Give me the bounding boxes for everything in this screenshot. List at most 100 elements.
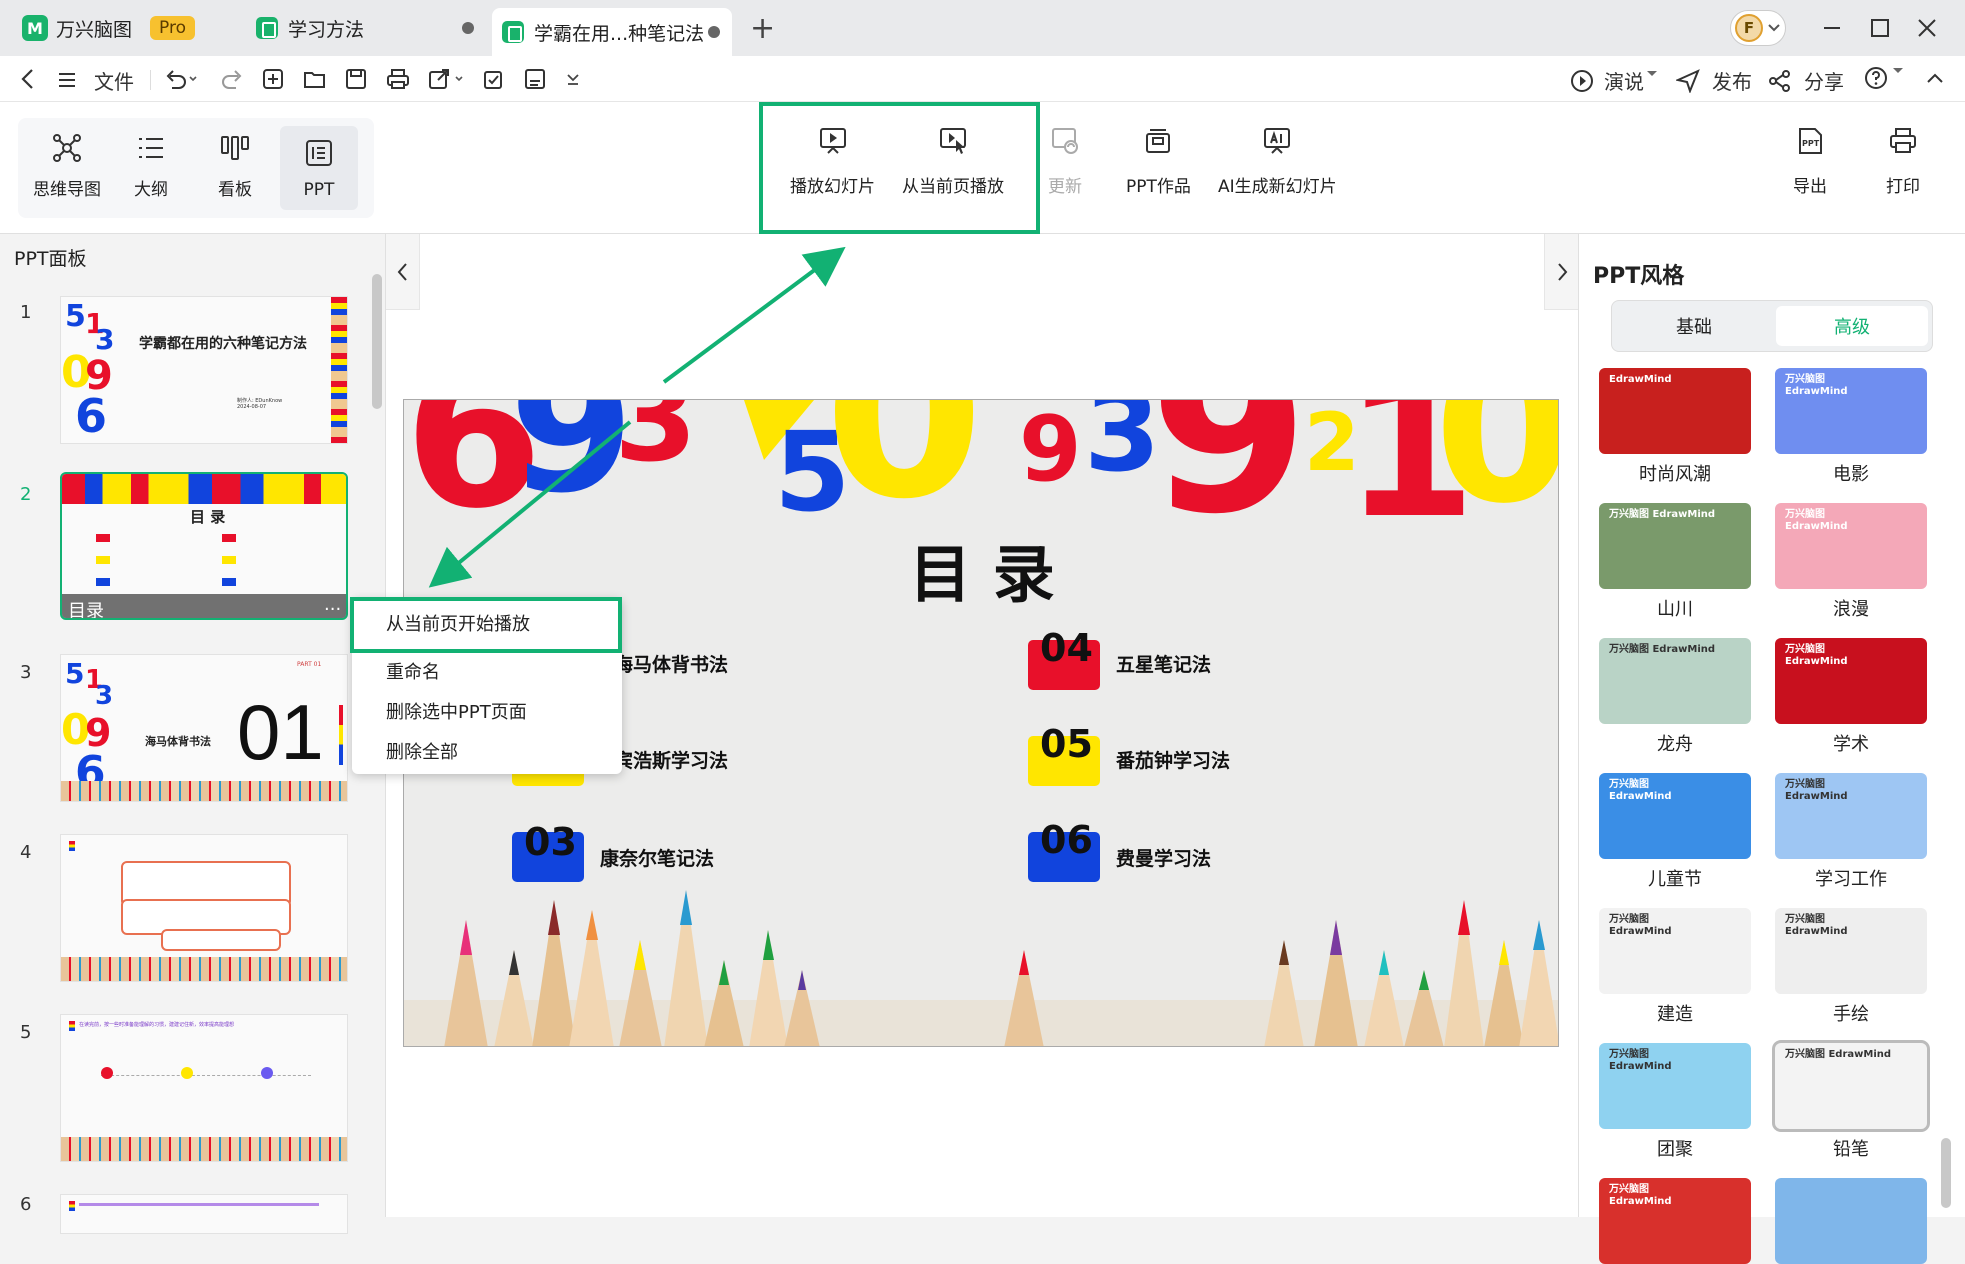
menu-item-delete-selected[interactable]: 删除选中PPT页面 (386, 698, 527, 724)
slide-number: 4 (20, 842, 32, 863)
printer-icon (1890, 128, 1916, 153)
style-card[interactable]: 万兴脑图 EdrawMind (1599, 1043, 1751, 1129)
toc-item-number: 05 (1040, 722, 1093, 766)
open-folder-icon[interactable] (303, 68, 327, 90)
toc-item-number: 03 (524, 820, 577, 864)
slide-thumb-3[interactable]: 5 1 3 0 9 6 PART 01 海马体背书法 01 (60, 654, 348, 802)
share-button[interactable]: 分享 (1768, 66, 1844, 95)
style-scrollbar[interactable] (1941, 1138, 1951, 1208)
style-label: 浪漫 (1833, 599, 1869, 620)
slide-thumb-5[interactable]: 在读完前，按一些时准备能理解的习惯，建建记住新，效率提高能理想 (60, 1014, 348, 1162)
view-label: 看板 (218, 180, 252, 200)
app-tab[interactable]: M 万兴脑图 Pro (22, 6, 195, 50)
chevron-down-icon (1893, 68, 1903, 73)
unsaved-dot-icon[interactable] (462, 22, 474, 34)
check-export-icon[interactable] (483, 68, 505, 90)
menu-item-delete-all[interactable]: 删除全部 (386, 738, 458, 764)
print-button[interactable]: 打印 (1886, 126, 1920, 197)
view-switcher: 思维导图 大纲 看板 PPT (18, 118, 374, 218)
ai-generate-slides-button[interactable]: AI生成新幻灯片 (1218, 126, 1337, 197)
style-card[interactable]: 万兴脑图 EdrawMind (1599, 773, 1751, 859)
file-menu[interactable]: 文件 (56, 66, 134, 95)
close-icon[interactable] (1917, 18, 1937, 38)
style-label: 山川 (1657, 599, 1693, 620)
menu-item-rename[interactable]: 重命名 (386, 658, 440, 684)
style-card[interactable]: 万兴脑图 EdrawMind (1775, 773, 1927, 859)
style-card[interactable]: 万兴脑图 EdrawMind (1775, 908, 1927, 994)
ppt-works-button[interactable]: PPT作品 (1126, 126, 1191, 197)
slide-caption: 目录 (68, 601, 104, 620)
export-button[interactable]: PPT 导出 (1793, 126, 1827, 197)
redo-icon[interactable] (220, 68, 244, 90)
update-button[interactable]: 更新 (1048, 126, 1082, 197)
slide-thumb-1[interactable]: 5 1 3 0 9 6 学霸都在用的六种笔记方法 制作人: EDunKnow 2… (60, 296, 348, 444)
style-card[interactable]: 万兴脑图 EdrawMind (1772, 1040, 1930, 1132)
file-label: 文件 (94, 70, 134, 94)
style-card[interactable]: 万兴脑图 EdrawMind (1599, 1178, 1751, 1264)
view-kanban-button[interactable]: 看板 (196, 126, 274, 210)
save-as-icon[interactable] (524, 68, 548, 90)
style-brand-text: 万兴脑图 EdrawMind (1785, 779, 1848, 802)
style-card[interactable]: 万兴脑图 EdrawMind (1775, 368, 1927, 454)
ppt-works-icon (1146, 129, 1171, 153)
help-icon (1865, 67, 1887, 89)
view-ppt-button[interactable]: PPT (280, 126, 358, 210)
ppt-icon (306, 140, 332, 166)
style-card[interactable]: 万兴脑图 EdrawMind (1775, 503, 1927, 589)
tab-note-methods[interactable]: 学霸在用...种笔记法 (492, 8, 732, 56)
tab-advanced[interactable]: 高级 (1776, 306, 1928, 346)
style-card[interactable]: EdrawMind (1599, 368, 1751, 454)
print-icon[interactable] (386, 68, 410, 90)
minimize-icon[interactable] (1822, 18, 1842, 38)
style-card[interactable] (1775, 1178, 1927, 1264)
chevron-right-icon (1558, 263, 1568, 281)
collapse-left-panel-button[interactable] (386, 234, 420, 310)
chevron-down-icon (1768, 24, 1780, 32)
view-label: 思维导图 (33, 180, 101, 200)
style-card[interactable]: 万兴脑图 EdrawMind (1599, 908, 1751, 994)
more-options-icon[interactable]: ... (324, 594, 341, 615)
style-brand-text: 万兴脑图 EdrawMind (1785, 644, 1848, 667)
style-brand-text: 万兴脑图 EdrawMind (1609, 914, 1672, 937)
export-icon[interactable] (428, 68, 468, 90)
style-card[interactable]: 万兴脑图 EdrawMind (1599, 638, 1751, 724)
thumb-caption-bar: 目录 ... (62, 594, 346, 620)
number-art: 5 1 3 0 9 6 (61, 299, 115, 443)
collapse-right-panel-button[interactable] (1544, 234, 1578, 310)
view-mindmap-button[interactable]: 思维导图 (28, 126, 106, 210)
share-icon (1769, 69, 1790, 92)
back-icon[interactable] (20, 68, 36, 90)
pro-badge[interactable]: Pro (150, 16, 195, 40)
slide-thumb-4[interactable] (60, 834, 348, 982)
slide-thumb-6[interactable] (60, 1194, 348, 1234)
user-menu[interactable]: F (1730, 10, 1786, 46)
present-button[interactable]: 演说 (1570, 66, 1670, 95)
number-banner (62, 474, 346, 504)
slide-meta: 制作人: EDunKnow 2024-08-07 (237, 398, 283, 410)
more-tools-chevron-icon[interactable] (566, 70, 580, 88)
view-outline-button[interactable]: 大纲 (112, 126, 190, 210)
style-card[interactable]: 万兴脑图 EdrawMind (1599, 503, 1751, 589)
maximize-icon[interactable] (1870, 18, 1890, 38)
panel-scrollbar[interactable] (372, 274, 382, 409)
style-label: 建造 (1657, 1004, 1693, 1025)
highlight-box-menu (350, 597, 622, 653)
slide-thumb-2[interactable]: 目 录 目录 ... (60, 472, 348, 620)
new-tab-button[interactable]: + (750, 6, 775, 50)
tab-label: 学习方法 (288, 18, 365, 41)
collapse-ribbon-icon[interactable] (1926, 70, 1944, 86)
tab-study-methods[interactable]: 学习方法 (256, 6, 486, 50)
save-icon[interactable] (345, 68, 367, 90)
svg-text:0: 0 (1434, 400, 1559, 530)
help-button[interactable] (1864, 66, 1916, 90)
slide-number: 5 (20, 1022, 32, 1043)
style-card[interactable]: 万兴脑图 EdrawMind (1775, 638, 1927, 724)
style-label: 学术 (1833, 734, 1869, 755)
toc-item-number: 04 (1040, 626, 1093, 670)
new-file-icon[interactable] (262, 68, 284, 90)
publish-button[interactable]: 发布 (1676, 66, 1752, 95)
unsaved-dot-icon[interactable] (708, 26, 720, 38)
tab-basic[interactable]: 基础 (1618, 306, 1770, 346)
ai-slide-icon (1264, 128, 1291, 154)
undo-icon[interactable] (164, 68, 200, 90)
